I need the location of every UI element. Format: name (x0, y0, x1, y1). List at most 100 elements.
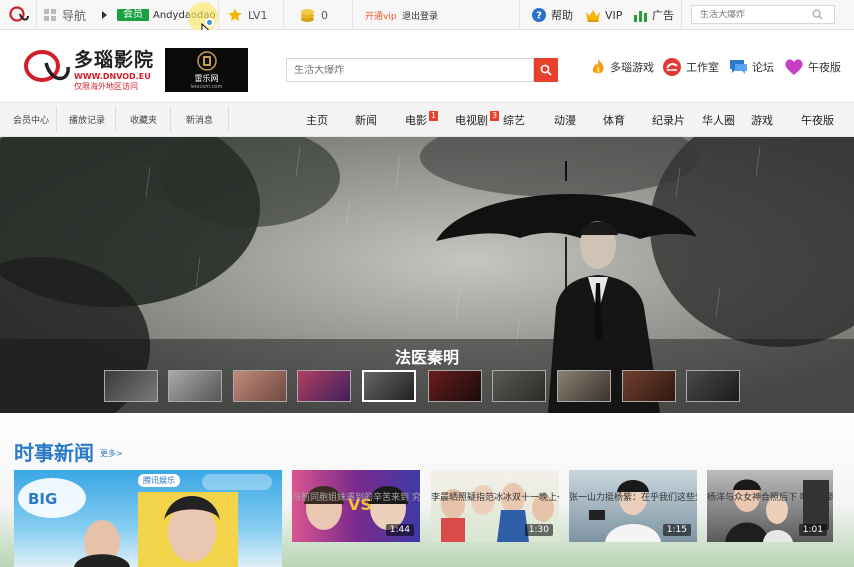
nav-documentary[interactable]: 纪录片 (652, 103, 685, 136)
studio-icon (663, 58, 681, 76)
top-search-input[interactable] (692, 9, 812, 20)
divider (36, 0, 37, 30)
brand-note: 仅限海外地区访问 (74, 82, 138, 91)
nav-menu-toggle[interactable]: 导航 (44, 0, 108, 30)
user-level[interactable]: LV1 (227, 0, 267, 30)
svg-text:?: ? (536, 11, 542, 22)
brand-logo-icon (24, 50, 70, 82)
coin-balance[interactable]: 0 (300, 0, 328, 30)
help-link[interactable]: ? 帮助 (532, 0, 573, 30)
banner-thumb-1[interactable] (104, 370, 158, 402)
cursor-dot (205, 18, 214, 27)
news-card-2[interactable]: VS 1:44 (292, 470, 420, 542)
site-mini-logo[interactable] (8, 0, 34, 30)
star-icon (228, 8, 242, 21)
news-card-1[interactable]: BIG 腾讯娱乐 (14, 470, 282, 567)
ads-link[interactable]: 广告 (633, 0, 674, 30)
heart-icon (785, 59, 803, 75)
vip-label: VIP (605, 8, 623, 22)
banner-thumb-2[interactable] (168, 370, 222, 402)
banner-thumb-8[interactable] (557, 370, 611, 402)
news-heading: 时事新闻 (14, 441, 94, 465)
help-icon: ? (532, 8, 546, 22)
banner-thumb-4[interactable] (297, 370, 351, 402)
nav-movies[interactable]: 电影 1 (405, 103, 439, 136)
tv-count-badge: 3 (490, 110, 500, 121)
top-search-box (691, 5, 835, 24)
news-more-link[interactable]: 更多> (100, 448, 123, 459)
video-duration: 1:01 (798, 524, 827, 536)
nav-variety[interactable]: 综艺 (503, 103, 525, 136)
nav-member-center[interactable]: 会员中心 (13, 103, 49, 136)
main-search-box (286, 58, 534, 82)
nav-home[interactable]: 主页 (306, 103, 328, 136)
search-icon (540, 64, 552, 76)
brand-url: WWW.DNVOD.EU (74, 72, 151, 81)
news-card-4-title[interactable]: 张一山力挺杨紫：在乎我们这些爱 (569, 490, 697, 503)
main-search-input[interactable] (287, 64, 527, 76)
divider (681, 0, 682, 30)
level-value: LV1 (248, 8, 268, 22)
partner-name: 雷乐网 (194, 73, 219, 83)
flame-icon (592, 59, 604, 74)
svg-text:BIG: BIG (28, 490, 57, 508)
news-card-4[interactable]: 1:15 (569, 470, 697, 542)
coin-value: 0 (321, 8, 328, 22)
search-button[interactable] (534, 58, 558, 82)
logout-link[interactable]: 退出登录 (402, 0, 438, 30)
help-label: 帮助 (551, 9, 573, 22)
midnight-label: 午夜版 (808, 61, 841, 74)
nav-news[interactable]: 新闻 (355, 103, 377, 136)
open-vip-link[interactable]: 开通vip (365, 0, 397, 30)
news-section: 时事新闻 更多> BIG 腾讯娱乐 VS 1:44 与前同胞姐妹遇到的辛苦来到 … (0, 413, 854, 567)
video-duration: 1:44 (385, 524, 414, 536)
logo-icon (9, 6, 29, 22)
forum-link[interactable]: 论坛 (728, 56, 774, 78)
nav-play-history[interactable]: 播放记录 (69, 103, 105, 136)
nav-midnight[interactable]: 午夜版 (801, 103, 834, 136)
games-label: 多瑙游戏 (610, 61, 654, 74)
nav-sports[interactable]: 体育 (603, 103, 625, 136)
video-duration: 1:30 (524, 524, 553, 536)
vip-link[interactable]: VIP (585, 0, 622, 30)
search-icon[interactable] (812, 9, 823, 20)
site-logo[interactable]: 多瑙影院 WWW.DNVOD.EU 仅限海外地区访问 (22, 45, 162, 91)
member-badge: 会员 (117, 9, 149, 21)
hero-banner[interactable]: 法医秦明 (0, 137, 854, 413)
midnight-link[interactable]: 午夜版 (784, 56, 841, 78)
news-card-3-title[interactable]: 李晨晒照疑指范冰冰双十一晚上一致家 网 (431, 490, 559, 503)
banner-thumb-5[interactable] (362, 370, 416, 402)
partner-logo[interactable]: 雷乐网 leiecom.com (165, 48, 248, 92)
video-duration: 1:15 (662, 524, 691, 536)
nav-anime[interactable]: 动漫 (554, 103, 576, 136)
banner-thumb-9[interactable] (622, 370, 676, 402)
divider (352, 0, 353, 30)
banner-thumb-7[interactable] (492, 370, 546, 402)
studio-link[interactable]: 工作室 (662, 56, 719, 78)
banner-thumb-3[interactable] (233, 370, 287, 402)
news-card-5-title[interactable]: 杨洋与众女神合照后下 唯我遇到天 (707, 490, 833, 503)
banner-thumb-10[interactable] (686, 370, 740, 402)
crown-icon (586, 9, 600, 22)
partner-emblem-icon (196, 50, 217, 71)
forum-label: 论坛 (752, 61, 774, 74)
partner-url: leiecom.com (190, 83, 223, 90)
nav-messages[interactable]: 新消息 (186, 103, 213, 136)
grid-icon (44, 9, 56, 21)
banner-caption[interactable]: 法医秦明 (0, 344, 854, 368)
divider (218, 0, 219, 30)
top-bar: 导航 会员 Andydaodao LV1 0 开通vip 退出登录 ? 帮助 V… (0, 0, 854, 36)
divider (519, 0, 520, 30)
nav-label: 导航 (62, 8, 87, 23)
nav-chinese-circle[interactable]: 华人圈 (702, 103, 735, 136)
nav-games[interactable]: 游戏 (751, 103, 773, 136)
nav-tv-series[interactable]: 电视剧 3 (455, 103, 500, 136)
games-link[interactable]: 多瑙游戏 (590, 56, 654, 78)
banner-thumb-6[interactable] (428, 370, 482, 402)
movies-count-badge: 1 (429, 110, 439, 121)
ads-label: 广告 (652, 9, 674, 22)
news-card-3[interactable]: 1:30 (431, 470, 559, 542)
nav-favorites[interactable]: 收藏夹 (130, 103, 157, 136)
news-card-5[interactable]: 1:01 (707, 470, 833, 542)
news-card-2-title[interactable]: 与前同胞姐妹遇到的辛苦来到 究之事后 (292, 490, 420, 503)
